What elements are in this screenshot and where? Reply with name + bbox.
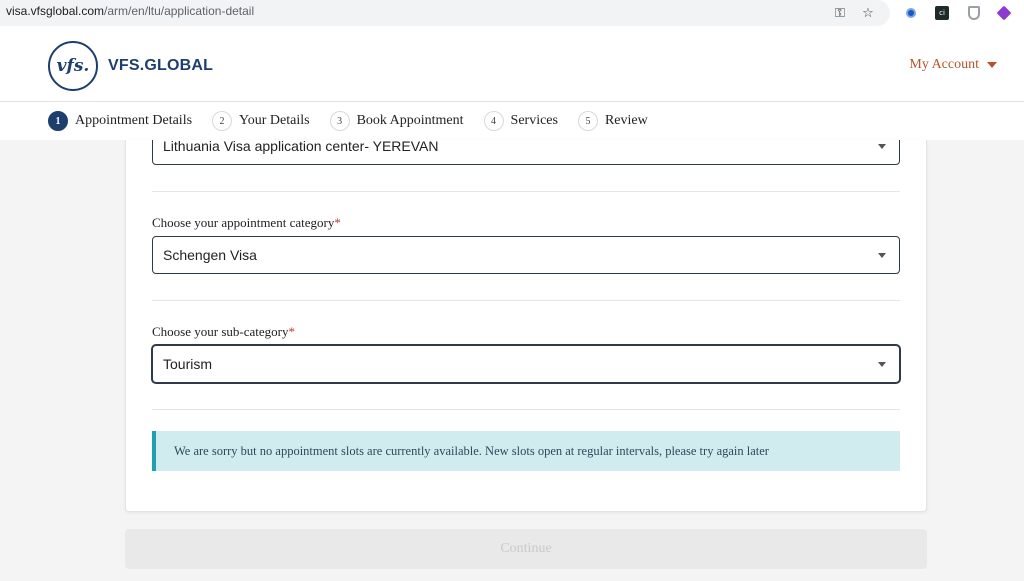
caret-down-icon [987,62,997,68]
step-number: 4 [483,111,504,131]
site-header: vfs. VFS.GLOBAL My Account [0,30,1024,102]
logo-text[interactable]: VFS.GLOBAL [108,57,213,75]
my-account-menu[interactable]: My Account [909,57,997,73]
application-centre-select[interactable]: Lithuania Visa application center- YEREV… [152,140,900,165]
vfs-logo-icon[interactable]: vfs. [48,41,98,91]
divider [152,191,900,192]
no-slots-alert: We are sorry but no appointment slots ar… [152,431,900,471]
chevron-down-icon [878,361,886,367]
key-icon[interactable]: ⚿ [832,5,848,21]
subcategory-label: Choose your sub-category* [152,324,295,339]
star-icon[interactable]: ☆ [860,5,876,21]
url-text[interactable]: visa.vfsglobal.com/arm/en/ltu/applicatio… [6,4,254,18]
step-services[interactable]: 4 Services [483,111,558,131]
continue-button[interactable]: Continue [125,529,927,569]
step-number: 3 [329,111,350,131]
appointment-category-select[interactable]: Schengen Visa [152,236,900,274]
step-number: 2 [212,111,233,131]
appointment-category-value: Schengen Visa [163,247,257,263]
step-number: 1 [48,111,68,131]
divider [152,300,900,301]
sub-category-select[interactable]: Tourism [152,345,900,383]
required-marker: * [288,324,295,339]
step-label: Appointment Details [75,113,193,128]
divider [152,409,900,410]
required-marker: * [334,215,341,230]
my-account-label: My Account [909,57,979,72]
step-appointment-details[interactable]: 1 Appointment Details [48,111,192,131]
appointment-form-card: Lithuania Visa application center- YEREV… [125,140,927,512]
extension-icon[interactable] [903,5,919,21]
category-label: Choose your appointment category* [152,215,341,230]
progress-stepper: 1 Appointment Details 2 Your Details 3 B… [0,102,1024,140]
step-label: Services [510,113,558,128]
step-your-details[interactable]: 2 Your Details [212,111,310,131]
browser-toolbar: visa.vfsglobal.com/arm/en/ltu/applicatio… [0,0,1024,30]
step-review[interactable]: 5 Review [577,111,648,131]
chevron-down-icon [878,143,886,149]
extension-shield-icon[interactable] [966,5,982,21]
url-path: /arm/en/ltu/application-detail [104,4,255,18]
extension-cube-icon[interactable] [996,5,1012,21]
extension-ci-icon[interactable]: ci [934,5,950,21]
application-centre-value: Lithuania Visa application center- YEREV… [163,140,439,154]
step-label: Book Appointment [356,113,464,128]
step-book-appointment[interactable]: 3 Book Appointment [329,111,464,131]
url-host: visa.vfsglobal.com [6,4,105,18]
step-label: Review [604,113,648,128]
step-number: 5 [577,111,598,131]
sub-category-value: Tourism [163,356,213,372]
chevron-down-icon [878,252,886,258]
step-label: Your Details [239,113,310,128]
alert-message: We are sorry but no appointment slots ar… [174,443,769,458]
address-bar[interactable]: visa.vfsglobal.com/arm/en/ltu/applicatio… [0,0,890,26]
